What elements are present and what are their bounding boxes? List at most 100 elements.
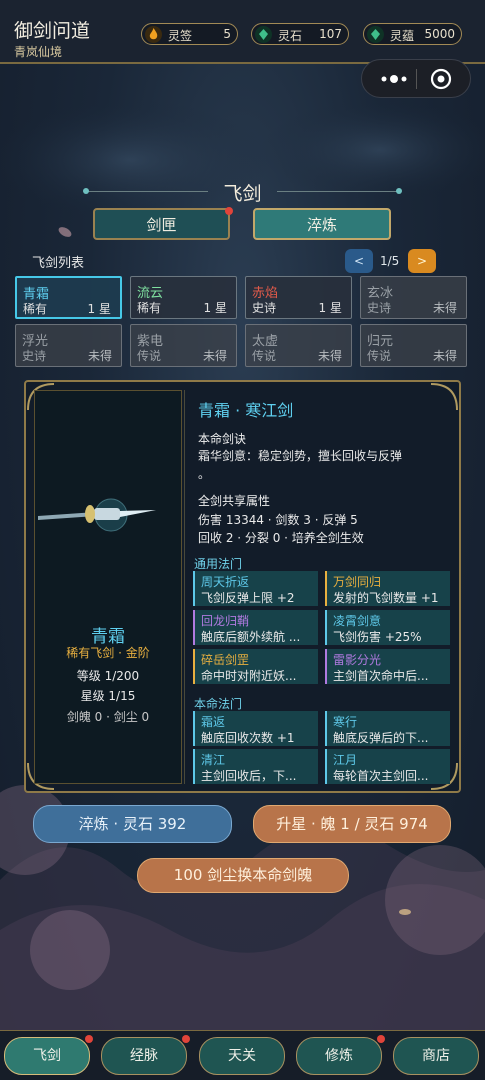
spell-desc: 主剑回收后，下... — [201, 769, 297, 783]
spell-desc: 主剑首次命中后... — [333, 669, 429, 683]
spell-desc: 触底后额外续航 ... — [201, 630, 301, 644]
miniapp-capsule — [361, 59, 471, 98]
refine-button[interactable]: 淬炼 · 灵石 392 — [33, 805, 232, 843]
resource-value: 5000 — [424, 27, 455, 41]
nav-tianguan[interactable]: 天关 — [199, 1037, 285, 1075]
upstar-button[interactable]: 升星 · 魄 1 / 灵石 974 — [253, 805, 451, 843]
spell-desc: 触底回收次数 +1 — [201, 731, 295, 745]
shared-attr-line2: 回收 2 · 分裂 0 · 培养全剑生效 — [198, 531, 364, 545]
notification-dot — [182, 1035, 190, 1043]
sword-status: 1 星 — [318, 301, 342, 315]
sword-status: 未得 — [432, 301, 457, 315]
spell-card[interactable]: 雷影分光主剑首次命中后... — [325, 649, 450, 684]
spell-card[interactable]: 寒行触底反弹后的下... — [325, 711, 450, 746]
spell-desc: 触底反弹后的下... — [333, 731, 429, 745]
resource-lingyun: 灵蕴 5000 — [363, 23, 462, 45]
spell-card[interactable]: 凌霄剑意飞剑伤害 +25% — [325, 610, 450, 645]
spell-desc: 飞剑反弹上限 +2 — [201, 591, 295, 605]
spell-title: 江月 — [333, 753, 358, 767]
spell-card[interactable]: 江月每轮首次主剑回... — [325, 749, 450, 784]
sword-status: 未得 — [87, 349, 112, 363]
nav-jingmai[interactable]: 经脉 — [101, 1037, 187, 1075]
spell-desc: 飞剑伤害 +25% — [333, 630, 422, 644]
tab-refine[interactable]: 淬炼 — [253, 208, 391, 240]
nav-feijian[interactable]: 飞剑 — [4, 1037, 90, 1075]
sword-card-6[interactable]: 太虚 传说 未得 — [245, 324, 352, 367]
spell-desc: 发射的飞剑数量 +1 — [333, 591, 439, 605]
resource-label: 灵蕴 — [390, 29, 415, 43]
resource-value: 5 — [223, 27, 231, 41]
jade-stone-icon — [255, 26, 272, 43]
sword-card-5[interactable]: 紫电 传说 未得 — [130, 324, 237, 367]
resource-label: 灵签 — [168, 29, 193, 43]
spell-desc: 每轮首次主剑回... — [333, 769, 429, 783]
spell-title: 寒行 — [333, 715, 358, 729]
jade-stone-icon — [367, 26, 384, 43]
notification-dot — [225, 207, 233, 215]
detail-header: 青霜 · 寒江剑 — [198, 401, 294, 420]
sword-rarity: 史诗 — [367, 301, 392, 315]
sword-status: 未得 — [202, 349, 227, 363]
sword-card-4[interactable]: 浮光 史诗 未得 — [15, 324, 122, 367]
nav-shop[interactable]: 商店 — [393, 1037, 479, 1075]
more-menu-button[interactable] — [374, 68, 414, 90]
spell-title: 万剑同归 — [333, 575, 382, 589]
spell-card[interactable]: 万剑同归发射的飞剑数量 +1 — [325, 571, 450, 606]
skill-desc-line2: 。 — [198, 467, 211, 481]
skill-desc-line1: 霜华剑意：稳定剑势，擅长回收与反弹 — [198, 449, 403, 463]
sword-status: 1 星 — [203, 301, 227, 315]
spell-card[interactable]: 回龙归鞘触底后额外续航 ... — [193, 610, 318, 645]
own-spells-title: 本命法门 — [194, 697, 243, 711]
sword-rarity: 史诗 — [252, 301, 277, 315]
notification-dot — [85, 1035, 93, 1043]
sword-rarity: 传说 — [137, 349, 162, 363]
sword-star: 星级 1/15 — [80, 689, 136, 703]
close-miniapp-button[interactable] — [428, 67, 454, 93]
sword-status: 未得 — [432, 349, 457, 363]
next-page-button[interactable]: > — [408, 249, 436, 273]
spell-title: 清江 — [201, 753, 226, 767]
sword-list-title: 飞剑列表 — [32, 256, 85, 271]
sword-rarity: 传说 — [367, 349, 392, 363]
spell-card[interactable]: 霜返触底回收次数 +1 — [193, 711, 318, 746]
sword-souls: 剑魄 0 · 剑尘 0 — [66, 710, 150, 724]
spell-title: 霜返 — [201, 715, 226, 729]
shared-attr-title: 全剑共享属性 — [198, 494, 271, 508]
tab-sword-box[interactable]: 剑匣 — [93, 208, 230, 240]
flying-sword-icon — [38, 498, 156, 532]
more-dots-icon — [381, 75, 407, 83]
sword-rarity: 传说 — [252, 349, 277, 363]
section-title: 飞剑 — [223, 183, 262, 205]
sword-card-1[interactable]: 流云 稀有 1 星 — [130, 276, 237, 319]
spell-title: 回龙归鞘 — [201, 614, 250, 628]
sword-level: 等级 1/200 — [76, 669, 140, 683]
sword-rarity: 稀有 — [23, 302, 48, 316]
app-title: 御剑问道 — [14, 20, 91, 42]
spell-desc: 命中时对附近妖... — [201, 669, 297, 683]
sword-rarity: 稀有 — [137, 301, 162, 315]
spell-title: 凌霄剑意 — [333, 614, 382, 628]
spell-card[interactable]: 碎岳剑罡 命中时对附近妖... — [193, 649, 318, 684]
sword-card-7[interactable]: 归元 传说 未得 — [360, 324, 467, 367]
page-indicator: 1/5 — [380, 254, 400, 268]
sword-rarity: 史诗 — [22, 349, 47, 363]
exchange-soul-button[interactable]: 100 剑尘换本命剑魄 — [137, 858, 349, 893]
resource-value: 107 — [319, 27, 342, 41]
sword-card-3[interactable]: 玄冰 史诗 未得 — [360, 276, 467, 319]
spell-card[interactable]: 清江主剑回收后，下... — [193, 749, 318, 784]
sword-grade: 稀有飞剑 · 金阶 — [66, 646, 150, 660]
resource-label: 灵石 — [278, 29, 303, 43]
sword-card-2[interactable]: 赤焰 史诗 1 星 — [245, 276, 352, 319]
target-close-icon — [430, 68, 452, 90]
flame-icon — [145, 26, 162, 43]
top-bar: 御剑问道 青岚仙境 灵签 5 灵石 107 灵蕴 5000 — [0, 0, 485, 64]
spell-title: 雷影分光 — [333, 653, 382, 667]
sword-status: 未得 — [317, 349, 342, 363]
nav-xiulian[interactable]: 修炼 — [296, 1037, 382, 1075]
prev-page-button[interactable]: < — [345, 249, 373, 273]
spell-card[interactable]: 周天折返飞剑反弹上限 +2 — [193, 571, 318, 606]
resource-lingshi: 灵石 107 — [251, 23, 349, 45]
sword-status: 1 星 — [87, 302, 111, 316]
spell-title: 周天折返 — [201, 575, 250, 589]
sword-card-0[interactable]: 青霜 稀有 1 星 — [15, 276, 122, 319]
